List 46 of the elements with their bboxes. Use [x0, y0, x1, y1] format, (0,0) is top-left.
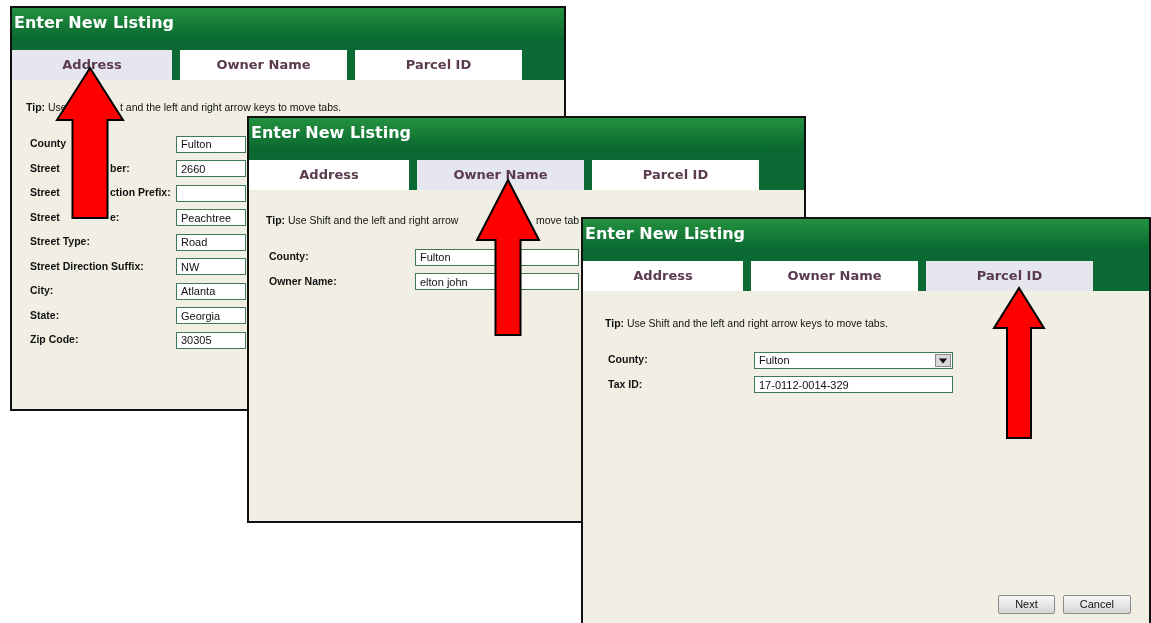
input-field[interactable]: Road: [176, 233, 246, 251]
field-label: Street Type:: [30, 234, 90, 250]
input-field[interactable]: 17-0112-0014-329: [754, 376, 953, 394]
field-label: Street Direction Suffix:: [30, 258, 144, 274]
input-field[interactable]: Fulton: [176, 135, 246, 153]
tab[interactable]: Address: [249, 160, 409, 190]
field-label: Street: [30, 160, 61, 176]
field-label: Street: [30, 185, 61, 201]
input-field[interactable]: [176, 184, 246, 202]
field-label: e:: [110, 209, 120, 225]
tab[interactable]: Owner Name: [751, 261, 918, 291]
tab[interactable]: Parcel ID: [355, 50, 522, 80]
dropdown-field[interactable]: Fulton: [754, 351, 953, 369]
tip-text: Tip: Use Shift and the left and right arrow keys to move tabs.: [605, 317, 888, 330]
window-title: Enter New Listing: [585, 223, 746, 245]
field-label: Street: [30, 209, 61, 225]
field-label: County:: [608, 352, 648, 368]
field-label: ction Prefix:: [110, 185, 171, 201]
input-field[interactable]: NW: [176, 258, 246, 276]
input-field[interactable]: Georgia: [176, 307, 246, 325]
input-field[interactable]: Atlanta: [176, 282, 246, 300]
tab[interactable]: Address: [583, 261, 743, 291]
field-label: City:: [30, 283, 54, 299]
field-label: County:: [269, 249, 309, 265]
input-field[interactable]: Peachtree: [176, 209, 246, 227]
input-field[interactable]: 30305: [176, 331, 246, 349]
dialog-button[interactable]: Next: [998, 595, 1055, 614]
input-field[interactable]: 2660: [176, 160, 246, 178]
tab[interactable]: Address: [12, 50, 172, 80]
field-label: County: [30, 136, 67, 152]
field-label: Zip Code:: [30, 332, 79, 348]
field-label: State:: [30, 307, 60, 323]
tab[interactable]: Parcel ID: [592, 160, 759, 190]
field-label: ber:: [110, 160, 130, 176]
dialog-button[interactable]: Cancel: [1062, 595, 1131, 614]
window-title: Enter New Listing: [14, 12, 175, 34]
tip-text: Tip: Use Shift and the left and right arrow: [266, 214, 460, 227]
tab[interactable]: Owner Name: [417, 160, 584, 190]
tip-text: move tab: [536, 214, 580, 227]
tab[interactable]: Owner Name: [180, 50, 347, 80]
window-title: Enter New Listing: [251, 122, 412, 144]
field-label: Tax ID:: [608, 376, 643, 392]
caret-icon: [935, 353, 951, 367]
field-label: Owner Name:: [269, 273, 337, 289]
tab[interactable]: Parcel ID: [926, 261, 1093, 291]
tip-text: t and the left and right arrow keys to move tabs.: [120, 101, 342, 114]
